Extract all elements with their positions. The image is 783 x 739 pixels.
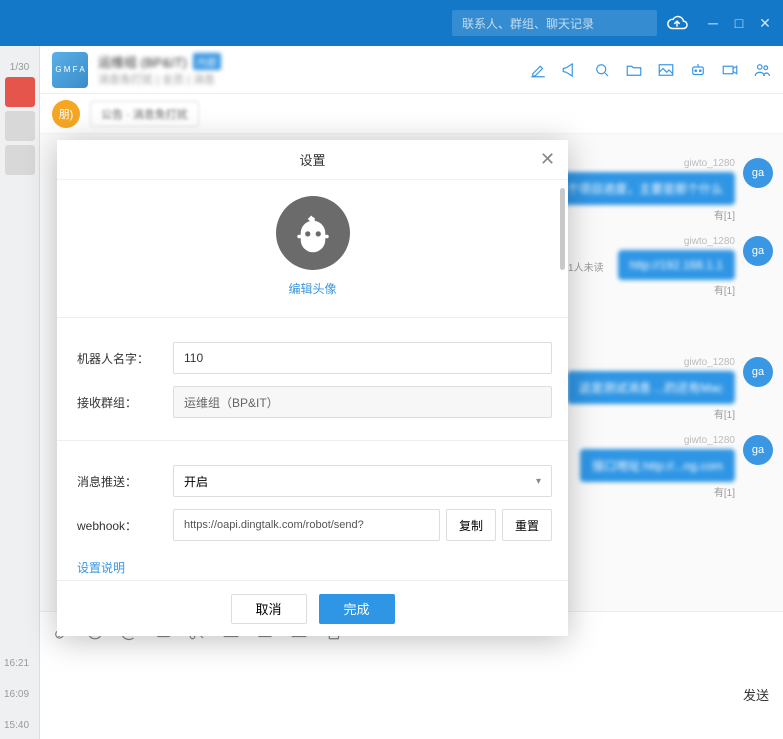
msg-status: 有[1]	[714, 207, 735, 222]
maximize-button[interactable]: □	[733, 17, 745, 29]
folder-icon[interactable]	[625, 61, 643, 79]
msg-status: 有[1]	[714, 484, 735, 499]
msg-avatar[interactable]: ga	[743, 158, 773, 188]
divider	[57, 440, 568, 441]
edit-avatar-link[interactable]: 编辑头像	[288, 280, 336, 297]
robot-icon[interactable]	[689, 61, 707, 79]
robot-avatar[interactable]	[276, 196, 350, 270]
settings-modal: 设置 ✕ 编辑头像 机器人名字： 接收群组： 消息推送：	[57, 140, 568, 636]
modal-title: 设置	[299, 150, 325, 169]
msg-bubble[interactable]: 接口地址:http://...ng.com	[580, 449, 735, 482]
minimize-button[interactable]: ─	[707, 17, 719, 29]
robot-name-label: 机器人名字：	[73, 350, 173, 367]
push-label: 消息推送：	[73, 473, 173, 490]
group-label: 接收群组：	[73, 394, 173, 411]
time-label: 15:40	[4, 720, 29, 731]
announcement-icon[interactable]	[561, 61, 579, 79]
msg-sender: giwto_1280	[684, 236, 735, 247]
internal-badge: 内部	[193, 53, 221, 70]
chat-header: G M F A 运维组 (BP&IT) 内部 消息免打扰 | 全员 | 消息	[40, 46, 783, 94]
search-chat-icon[interactable]	[593, 61, 611, 79]
unread-hint: 1人未读	[568, 259, 604, 274]
reset-button[interactable]: 重置	[502, 509, 552, 541]
sidebar-item[interactable]	[5, 111, 35, 141]
sub-avatar: 朋)	[52, 100, 80, 128]
time-label: 16:09	[4, 689, 29, 700]
sidebar-time: 1/30	[0, 62, 39, 73]
msg-bubble[interactable]: 这是测试消息 ...的还有Mac	[567, 371, 735, 404]
group-name: 运维组 (BP&IT)	[98, 52, 187, 71]
conversation-sidebar: 1/30 16:21 16:09 15:40	[0, 46, 40, 739]
group-avatar[interactable]: G M F A	[52, 52, 88, 88]
chat-input-area[interactable]: 发送	[40, 651, 783, 739]
group-subtitle: 消息免打扰 | 全员 | 消息	[98, 71, 519, 87]
chevron-down-icon: ▾	[536, 476, 541, 487]
msg-avatar[interactable]: ga	[743, 236, 773, 266]
sidebar-item[interactable]	[5, 145, 35, 175]
copy-button[interactable]: 复制	[446, 509, 496, 541]
msg-sender: giwto_1280	[684, 357, 735, 368]
divider	[57, 317, 568, 318]
settings-help-link[interactable]: 设置说明	[73, 547, 552, 580]
webhook-input[interactable]	[173, 509, 440, 541]
msg-sender: giwto_1280	[684, 158, 735, 169]
edit-icon[interactable]	[529, 61, 547, 79]
close-icon[interactable]: ✕	[540, 152, 556, 168]
msg-avatar[interactable]: ga	[743, 357, 773, 387]
push-value: 开启	[184, 473, 208, 490]
msg-sender: giwto_1280	[684, 435, 735, 446]
send-button[interactable]: 发送	[743, 685, 769, 704]
time-label: 16:21	[4, 658, 29, 669]
finish-button[interactable]: 完成	[319, 594, 395, 624]
search-input[interactable]: 联系人、群组、聊天记录	[452, 10, 657, 36]
robot-name-input[interactable]	[173, 342, 552, 374]
image-icon[interactable]	[657, 61, 675, 79]
push-select[interactable]: 开启 ▾	[173, 465, 552, 497]
msg-avatar[interactable]: ga	[743, 435, 773, 465]
msg-status: 有[1]	[714, 282, 735, 297]
sidebar-item[interactable]	[5, 77, 35, 107]
close-button[interactable]: ✕	[759, 17, 771, 29]
webhook-label: webhook：	[73, 517, 173, 534]
video-icon[interactable]	[721, 61, 739, 79]
announcement-tag[interactable]: 公告 · 消息免打扰	[90, 101, 199, 127]
search-placeholder: 联系人、群组、聊天记录	[462, 15, 594, 32]
scrollbar[interactable]	[560, 188, 565, 270]
msg-status: 有[1]	[714, 406, 735, 421]
group-input	[173, 386, 552, 418]
msg-bubble[interactable]: http://192.168.1.1	[618, 250, 735, 280]
cloud-upload-icon[interactable]	[665, 11, 689, 35]
members-icon[interactable]	[753, 61, 771, 79]
cancel-button[interactable]: 取消	[231, 594, 307, 624]
